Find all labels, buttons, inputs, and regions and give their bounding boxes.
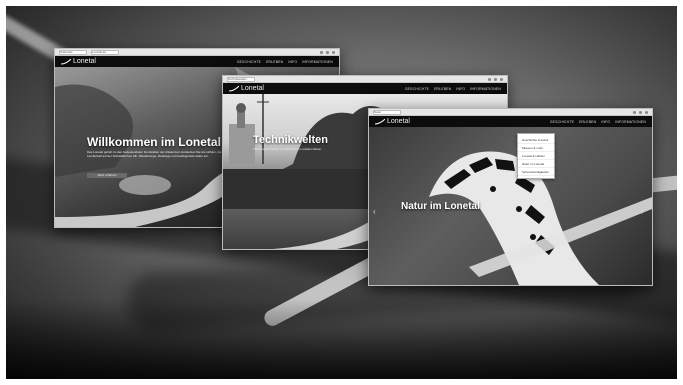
menu-item-informationen[interactable]: INFORMATIONEN — [615, 120, 646, 124]
site-logo[interactable]: Lonetal — [61, 58, 96, 65]
menu-item-info[interactable]: INFO — [456, 87, 465, 91]
hero-title: Technikwelten — [253, 134, 328, 146]
browser-tab[interactable]: Lonetal.de — [91, 49, 119, 55]
menu-item-geschichte[interactable]: GESCHICHTE — [237, 60, 261, 64]
logo-text: Lonetal — [241, 85, 264, 92]
main-menu: GESCHICHTE ERLEBEN INFO INFORMATIONEN — [550, 120, 646, 124]
menu-item-erleben[interactable]: ERLEBEN — [579, 120, 596, 124]
submenu-dropdown: Geschichte & Kultur Museen & mehr Loneta… — [517, 133, 555, 179]
screenshot-frame: Startseite Lonetal.de Lonetal GESCHICHTE… — [6, 6, 677, 379]
main-menu: GESCHICHTE ERLEBEN INFO INFORMATIONEN — [237, 60, 333, 64]
logo-swoosh-icon — [229, 85, 239, 91]
submenu-item[interactable]: Lonetal & Höhlen — [518, 152, 554, 160]
submenu-item[interactable]: Geschichte & Kultur — [518, 136, 554, 144]
browser-chrome: Technikwelten — [223, 76, 507, 83]
hero-title: Willkommen im Lonetal — [87, 135, 221, 149]
menu-item-erleben[interactable]: ERLEBEN — [434, 87, 451, 91]
logo-text: Lonetal — [387, 118, 410, 125]
menu-item-geschichte[interactable]: GESCHICHTE — [550, 120, 574, 124]
site-navbar: Lonetal GESCHICHTE ERLEBEN INFO INFORMAT… — [55, 56, 339, 67]
browser-tab[interactable]: Natur — [373, 109, 401, 115]
logo-swoosh-icon — [375, 118, 385, 124]
browser-chrome: Startseite Lonetal.de — [55, 49, 339, 56]
browser-controls — [633, 110, 648, 114]
browser-controls — [320, 50, 335, 54]
site-logo[interactable]: Lonetal — [229, 85, 264, 92]
submenu-item[interactable]: Sehenswürdigkeiten — [518, 168, 554, 176]
menu-item-erleben[interactable]: ERLEBEN — [266, 60, 283, 64]
menu-item-info[interactable]: INFO — [288, 60, 297, 64]
slider-next-icon[interactable]: › — [641, 207, 644, 216]
main-menu: GESCHICHTE ERLEBEN INFO INFORMATIONEN — [405, 87, 501, 91]
hero-title: Natur im Lonetal — [401, 201, 480, 212]
browser-tab[interactable]: Startseite — [59, 49, 87, 55]
hero-more-button[interactable]: Mehr erfahren — [87, 173, 127, 178]
menu-item-informationen[interactable]: INFORMATIONEN — [470, 87, 501, 91]
bottom-vignette — [6, 299, 677, 379]
site-navbar: Lonetal GESCHICHTE ERLEBEN INFO INFORMAT… — [223, 83, 507, 94]
browser-controls — [488, 77, 503, 81]
logo-swoosh-icon — [61, 58, 71, 64]
browser-chrome: Natur — [369, 109, 652, 116]
submenu-item[interactable]: Natur im Lonetal — [518, 160, 554, 168]
slider-prev-icon[interactable]: ‹ — [373, 207, 376, 216]
site-logo[interactable]: Lonetal — [375, 118, 410, 125]
menu-item-informationen[interactable]: INFORMATIONEN — [302, 60, 333, 64]
menu-item-info[interactable]: INFO — [601, 120, 610, 124]
site-navbar: Lonetal GESCHICHTE ERLEBEN INFO INFORMAT… — [369, 116, 652, 127]
logo-text: Lonetal — [73, 58, 96, 65]
submenu-item[interactable]: Museen & mehr — [518, 144, 554, 152]
browser-window-natur[interactable]: Natur Lonetal GESCHICHTE ERLEBEN INFO IN… — [368, 108, 653, 286]
menu-item-geschichte[interactable]: GESCHICHTE — [405, 87, 429, 91]
hero-section: Natur im Lonetal ‹ › — [369, 127, 652, 285]
browser-tab[interactable]: Technikwelten — [227, 76, 255, 82]
